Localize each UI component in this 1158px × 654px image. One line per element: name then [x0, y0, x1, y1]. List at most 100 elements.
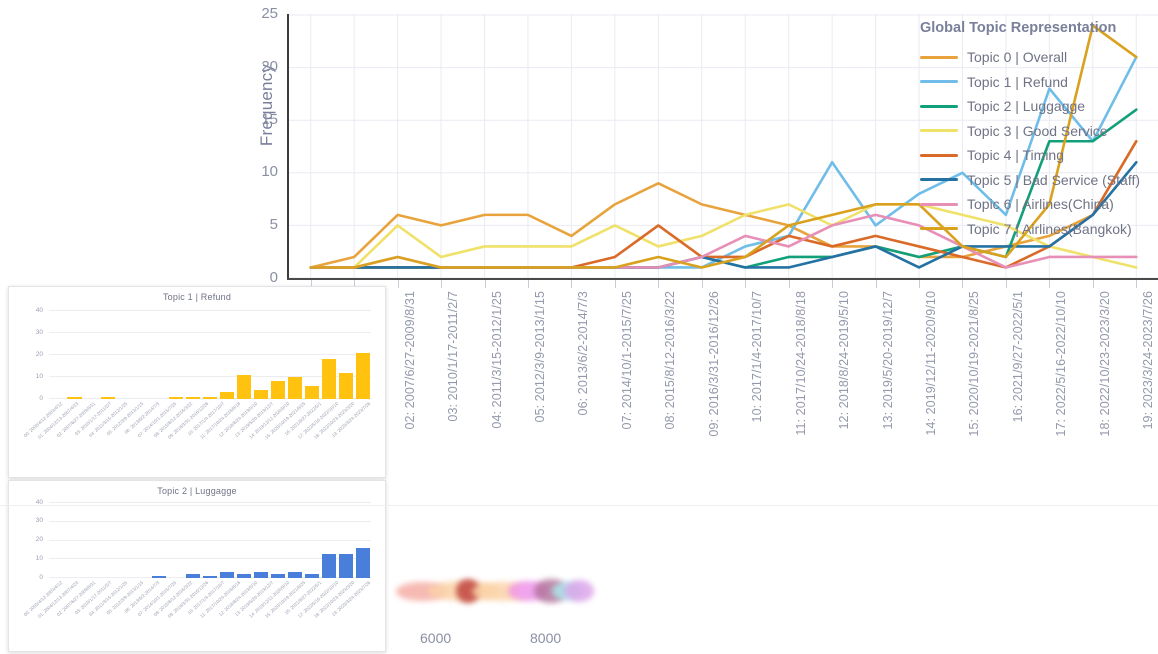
y-tick-label: 0 — [269, 269, 278, 286]
inset-plot-area: 0 10 20 30 40 — [36, 307, 371, 401]
x-tick — [571, 280, 573, 288]
x-tick — [832, 280, 834, 288]
x-tick — [745, 280, 747, 288]
x-tick — [1049, 280, 1051, 288]
x-tick-label: 09: 2016/3/31-2016/12/26 — [706, 291, 721, 437]
legend-item[interactable]: Topic 4 | Timing — [920, 143, 1158, 168]
x-tick-label: 17: 2022/5/16-2022/10/10 — [1054, 291, 1069, 437]
x-tick-label: 13: 2019/5/20-2019/12/7 — [880, 291, 895, 430]
chart-legend: Global Topic Representation Topic 0 | Ov… — [920, 20, 1158, 241]
inset-bar — [186, 396, 201, 399]
x-tick-label: 11: 2017/10/24-2018/8/18 — [793, 291, 808, 436]
x-tick — [919, 280, 921, 288]
x-tick — [1092, 280, 1094, 288]
legend-color-swatch — [920, 202, 958, 206]
x-axis-ticks — [289, 280, 1158, 289]
inset-title: Topic 2 | Luggagge — [157, 486, 237, 496]
legend-item[interactable]: Topic 6 | Airlines(China) — [920, 192, 1158, 217]
x-tick — [397, 280, 399, 288]
inset-bar — [169, 396, 184, 399]
legend-title: Global Topic Representation — [920, 20, 1117, 36]
legend-color-swatch — [920, 104, 958, 108]
inset-bar — [270, 381, 285, 399]
x-tick-label: 02: 2007/6/27-2009/8/31 — [402, 291, 417, 430]
x-tick — [788, 280, 790, 288]
scatter-blob — [564, 580, 594, 602]
background-scatter-plot: 6000 8000 — [0, 505, 1158, 654]
scatter-divider-line — [0, 505, 1158, 506]
legend-item-label: Topic 2 | Luggagge — [967, 98, 1086, 115]
legend-item-label: Topic 7 | Airlines(Bangkok) — [967, 220, 1132, 237]
x-tick — [1136, 280, 1138, 288]
legend-item-label: Topic 3 | Good Service — [967, 122, 1108, 139]
y-tick-label: 10 — [261, 163, 278, 181]
scatter-x-tick-label: 6000 — [420, 630, 452, 646]
x-tick — [527, 280, 529, 288]
x-tick-label: 12: 2018/8/24-2019/5/10 — [837, 291, 852, 430]
legend-item[interactable]: Topic 2 | Luggagge — [920, 94, 1158, 119]
inset-y-tick-label: 10 — [35, 372, 43, 380]
inset-bar — [287, 377, 302, 399]
inset-title: Topic 1 | Refund — [162, 292, 232, 302]
inset-bar — [321, 359, 336, 399]
y-tick-label: 20 — [261, 57, 278, 75]
x-tick-label: 15: 2020/10/19-2021/8/25 — [967, 291, 982, 437]
legend-color-swatch — [920, 80, 958, 84]
x-tick-label: 10: 2017/1/4-2017/10/7 — [750, 291, 765, 423]
x-tick — [1005, 280, 1007, 288]
x-tick-label: 18: 2022/10/23-2023/3/20 — [1097, 291, 1112, 437]
inset-bar — [304, 385, 319, 399]
x-tick-label: 16: 2021/9/27-2022/5/1 — [1010, 291, 1025, 423]
x-tick — [701, 280, 703, 288]
legend-item[interactable]: Topic 7 | Airlines(Bangkok) — [920, 217, 1158, 242]
scatter-x-tick-label: 8000 — [530, 630, 562, 646]
x-tick-label: 08: 2015/8/12-2016/3/22 — [663, 291, 678, 430]
inset-bar — [219, 392, 235, 399]
x-tick-label: 04: 2011/3/15-2012/1/25 — [489, 291, 504, 429]
inset-bar — [202, 396, 218, 399]
inset-chart-topic-1-refund[interactable]: Topic 1 | Refund 0 10 20 30 40 00: 2003/4/12… — [8, 286, 386, 478]
inset-bar — [253, 390, 268, 399]
x-tick — [484, 280, 486, 288]
x-tick-label: 05: 2012/3/9-2013/1/15 — [532, 291, 547, 423]
inset-y-tick-label: 30 — [35, 328, 43, 336]
inset-bar — [101, 396, 116, 399]
legend-item-label: Topic 6 | Airlines(China) — [967, 196, 1114, 213]
y-tick-label: 25 — [261, 5, 278, 22]
legend-color-swatch — [920, 55, 958, 59]
x-tick-label: 03: 2010/1/17-2011/2/7 — [446, 291, 461, 422]
legend-color-swatch — [920, 227, 958, 231]
legend-item-label: Topic 4 | Timing — [967, 147, 1065, 164]
x-tick — [441, 280, 443, 288]
x-tick-label: 06: 2013/6/2-2014/7/3 — [576, 291, 591, 416]
legend-item[interactable]: Topic 1 | Refund — [920, 70, 1158, 95]
inset-y-tick-label: 20 — [35, 350, 43, 358]
legend-item[interactable]: Topic 3 | Good Service — [920, 119, 1158, 144]
legend-item-label: Topic 0 | Overall — [967, 49, 1068, 66]
x-tick-label: 07: 2014/10/1-2015/7/25 — [619, 291, 634, 430]
inset-y-tick-label: 40 — [35, 306, 43, 314]
inset-y-tick-label: 0 — [39, 394, 43, 402]
legend-color-swatch — [920, 178, 958, 182]
x-tick — [614, 280, 616, 288]
x-axis-labels: 00: 2003/4/12-2003/4/1201: 2004/12/13-20… — [289, 291, 1158, 506]
inset-bar — [338, 372, 353, 399]
legend-color-swatch — [920, 153, 958, 157]
y-tick-label: 5 — [269, 216, 278, 234]
legend-items: Topic 0 | Overall Topic 1 | Refund Topic 2… — [920, 45, 1158, 241]
y-axis-ticks: 0 5 10 15 20 25 — [232, 0, 278, 300]
x-tick — [658, 280, 660, 288]
legend-color-swatch — [920, 129, 958, 133]
inset-bar — [236, 374, 252, 399]
legend-item[interactable]: Topic 0 | Overall — [920, 45, 1158, 70]
inset-bar — [355, 352, 370, 399]
legend-item-label: Topic 5 | Bad Service (Staff) — [967, 171, 1141, 188]
legend-item-label: Topic 1 | Refund — [967, 73, 1068, 90]
legend-item[interactable]: Topic 5 | Bad Service (Staff) — [920, 168, 1158, 193]
y-tick-label: 15 — [261, 110, 278, 128]
x-tick — [962, 280, 964, 288]
x-tick-label: 19: 2023/3/24-2023/7/26 — [1141, 291, 1156, 430]
inset-bar-group — [49, 311, 371, 399]
x-tick — [875, 280, 877, 288]
inset-bar — [67, 396, 82, 399]
